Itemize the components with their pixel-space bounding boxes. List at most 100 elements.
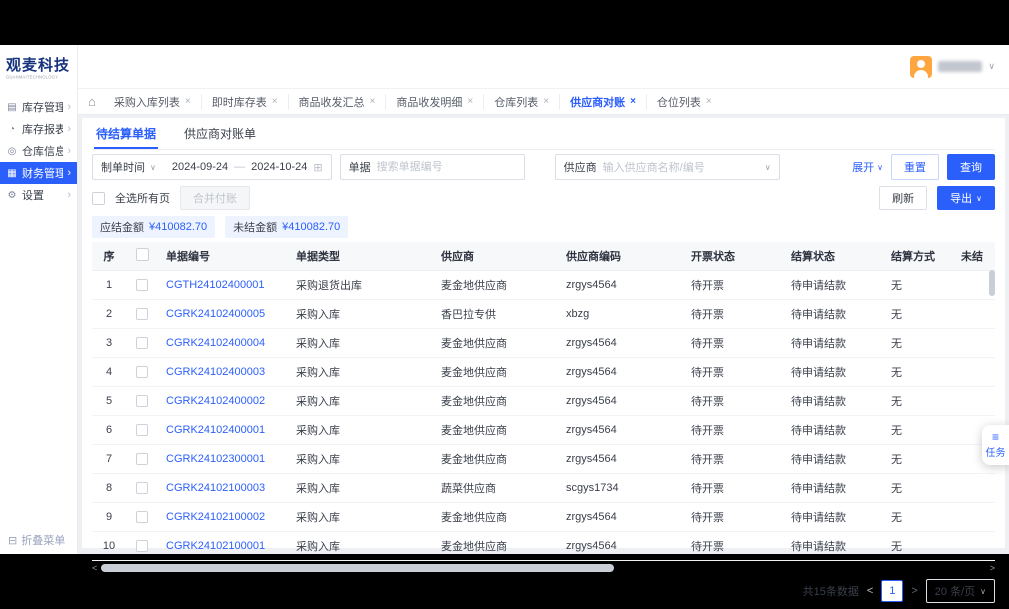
scroll-right-icon[interactable]: > xyxy=(990,563,995,573)
select-all-checkbox[interactable] xyxy=(136,248,149,261)
cell-invoice-status: 待开票 xyxy=(683,387,783,416)
doc-no-link[interactable]: CGRK24102100002 xyxy=(166,511,265,523)
row-checkbox[interactable] xyxy=(136,424,148,436)
expand-filters-button[interactable]: 展开 ∨ xyxy=(852,159,883,175)
prev-page-button[interactable]: < xyxy=(867,585,873,597)
cell-settle-method: 无 xyxy=(883,358,953,387)
topnav-tab-label: 采购入库列表 xyxy=(114,94,180,110)
brand-name: 观麦科技 xyxy=(6,54,71,75)
doc-no-link[interactable]: CGRK24102100003 xyxy=(166,482,265,494)
close-icon[interactable]: × xyxy=(543,96,549,107)
horizontal-scroll-thumb[interactable] xyxy=(101,564,614,572)
doc-no-link[interactable]: CGRK24102400001 xyxy=(166,424,265,436)
doc-no-link[interactable]: CGRK24102400005 xyxy=(166,308,265,320)
topnav-tab[interactable]: 采购入库列表 × xyxy=(104,94,201,110)
cell-unsettled xyxy=(953,532,995,561)
doc-no-link[interactable]: CGRK24102300001 xyxy=(166,453,265,465)
cell-doc-no: CGRK24102400005 xyxy=(158,300,288,329)
date-type-select[interactable]: 制单时间 ∨ xyxy=(93,159,164,175)
date-to-value[interactable]: 2024-10-24 xyxy=(251,161,307,173)
cell-supplier-code: zrgys4564 xyxy=(558,445,683,474)
topnav-tab[interactable]: 即时库存表× xyxy=(201,94,288,110)
cell-supplier: 麦金地供应商 xyxy=(433,445,558,474)
close-icon[interactable]: × xyxy=(706,96,712,107)
merge-pay-button[interactable]: 合并付账 xyxy=(180,186,250,210)
chevron-right-icon: › xyxy=(67,101,71,113)
page-size-select[interactable]: 20 条/页 ∨ xyxy=(926,579,995,603)
col-header-index: 序 xyxy=(92,242,126,271)
topnav-tab[interactable]: 仓库列表× xyxy=(483,94,559,110)
date-range-separator: — xyxy=(234,161,245,173)
cell-index: 5 xyxy=(92,387,126,416)
row-checkbox[interactable] xyxy=(136,279,148,291)
cell-settle-method: 无 xyxy=(883,445,953,474)
cell-supplier: 香巴拉专供 xyxy=(433,300,558,329)
doc-no-link[interactable]: CGRK24102100001 xyxy=(166,540,265,552)
cell-doc-type: 采购入库 xyxy=(288,416,433,445)
supplier-select[interactable]: 供应商 输入供应商名称/编号 ∨ xyxy=(555,154,780,180)
row-checkbox[interactable] xyxy=(136,453,148,465)
close-icon[interactable]: × xyxy=(630,96,636,107)
page-size-label: 20 条/页 xyxy=(935,583,975,599)
date-range-picker[interactable]: 2024-09-24 — 2024-10-24 ⊞ xyxy=(164,161,331,174)
row-checkbox[interactable] xyxy=(136,308,148,320)
cell-checkbox xyxy=(126,358,158,387)
cell-invoice-status: 待开票 xyxy=(683,416,783,445)
topnav-tab[interactable]: 商品收发汇总× xyxy=(288,94,386,110)
doc-no-link[interactable]: CGRK24102400003 xyxy=(166,366,265,378)
doc-no-link[interactable]: CGRK24102400004 xyxy=(166,337,265,349)
cell-settle-status: 待申请结款 xyxy=(783,271,883,300)
cell-doc-type: 采购入库 xyxy=(288,445,433,474)
date-from-value[interactable]: 2024-09-24 xyxy=(172,161,228,173)
export-button[interactable]: 导出 ∨ xyxy=(937,186,995,210)
search-button[interactable]: 查询 xyxy=(947,154,995,180)
row-checkbox[interactable] xyxy=(136,337,148,349)
row-checkbox[interactable] xyxy=(136,482,148,494)
row-checkbox[interactable] xyxy=(136,540,148,552)
cell-doc-no: CGRK24102100002 xyxy=(158,503,288,532)
document-search-input[interactable] xyxy=(377,161,524,173)
sidebar-item-inventory-report[interactable]: ◔库存报表› xyxy=(0,118,77,140)
doc-no-link[interactable]: CGRK24102400002 xyxy=(166,395,265,407)
cell-settle-method: 无 xyxy=(883,387,953,416)
cell-index: 8 xyxy=(92,474,126,503)
tab-supplier-statement[interactable]: 供应商对账单 xyxy=(182,118,258,149)
collapse-menu-button[interactable]: ⊟ 折叠菜单 xyxy=(8,532,65,548)
user-menu[interactable]: ∨ xyxy=(910,56,995,78)
sidebar-item-settings[interactable]: ⚙设置› xyxy=(0,184,77,206)
col-header: 供应商编码 xyxy=(558,242,683,271)
next-page-button[interactable]: > xyxy=(911,585,917,597)
close-icon[interactable]: × xyxy=(272,96,278,107)
sidebar-item-warehouse-info[interactable]: ◎仓库信息› xyxy=(0,140,77,162)
chevron-right-icon: › xyxy=(67,167,71,179)
row-checkbox[interactable] xyxy=(136,395,148,407)
close-icon[interactable]: × xyxy=(370,96,376,107)
topnav-tab[interactable]: 供应商对账× xyxy=(559,94,646,110)
topnav-tab[interactable]: 商品收发明细× xyxy=(385,94,483,110)
vertical-scroll-thumb[interactable] xyxy=(989,270,995,296)
col-header: 开票状态 xyxy=(683,242,783,271)
topnav-tab[interactable]: 仓位列表× xyxy=(646,94,722,110)
chevron-right-icon: › xyxy=(67,123,71,135)
close-icon[interactable]: × xyxy=(185,96,191,107)
cell-doc-no: CGRK24102100001 xyxy=(158,532,288,561)
home-icon[interactable]: ⌂ xyxy=(88,94,96,109)
cell-supplier: 麦金地供应商 xyxy=(433,503,558,532)
cell-supplier-code: zrgys4564 xyxy=(558,358,683,387)
tab-pending-settlement[interactable]: 待结算单据 xyxy=(94,118,158,149)
close-icon[interactable]: × xyxy=(467,96,473,107)
reset-button[interactable]: 重置 xyxy=(891,154,939,180)
sidebar-item-inventory[interactable]: ▤库存管理› xyxy=(0,96,77,118)
doc-no-link[interactable]: CGTH24102400001 xyxy=(166,279,264,291)
horizontal-scroll-track[interactable] xyxy=(101,564,985,572)
refresh-button[interactable]: 刷新 xyxy=(879,186,927,210)
row-checkbox[interactable] xyxy=(136,511,148,523)
scroll-left-icon[interactable]: < xyxy=(92,563,97,573)
sidebar-item-finance[interactable]: ▦财务管理› xyxy=(0,162,77,184)
cell-index: 10 xyxy=(92,532,126,561)
task-panel-toggle[interactable]: ≡ 任务 xyxy=(982,425,1009,465)
cell-settle-status: 待申请结款 xyxy=(783,329,883,358)
select-all-pages-checkbox[interactable] xyxy=(92,192,105,205)
current-page[interactable]: 1 xyxy=(881,580,903,602)
row-checkbox[interactable] xyxy=(136,366,148,378)
